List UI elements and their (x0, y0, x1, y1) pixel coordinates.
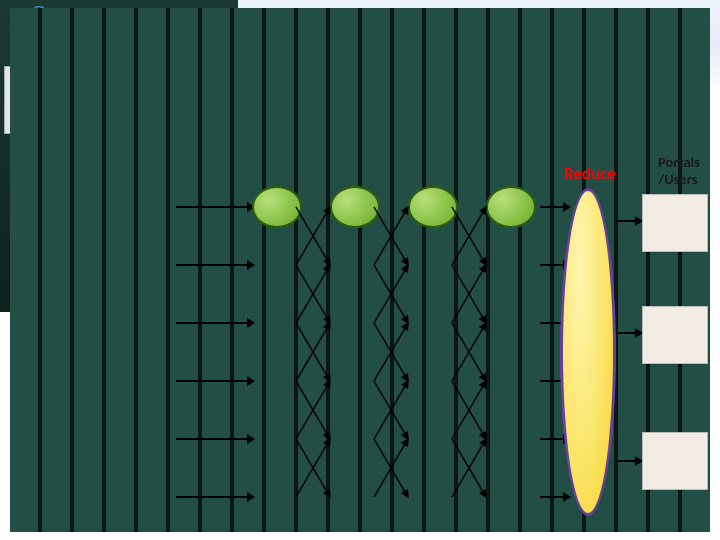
map-column (478, 186, 544, 536)
map-node (486, 186, 536, 228)
slide: Map.Reduce “File/Data Repository” Parall… (0, 0, 720, 540)
map-column (244, 186, 310, 536)
portal-image (642, 306, 708, 364)
portal-image (642, 432, 708, 490)
map-node (330, 186, 380, 228)
arrow-icon (616, 460, 642, 462)
mapreduce-diagram (238, 186, 544, 536)
arrow-icon (540, 206, 570, 208)
reduce-ellipse (560, 188, 616, 516)
arrow-icon (616, 332, 642, 334)
arrow-icon (540, 496, 570, 498)
reduce-label: Reduce (564, 163, 616, 184)
map-column (400, 186, 466, 536)
map-node (252, 186, 302, 228)
map-node (408, 186, 458, 228)
map-column (322, 186, 388, 536)
portals-label: Portals /Users (658, 154, 716, 187)
arrow-icon (616, 220, 642, 222)
portal-image (642, 194, 708, 252)
